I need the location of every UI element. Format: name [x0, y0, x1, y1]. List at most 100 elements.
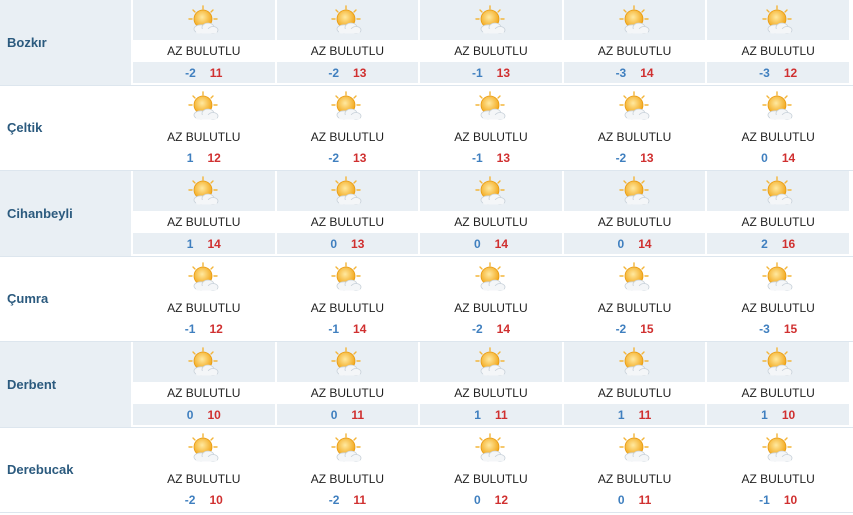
- min-temp: -2: [185, 65, 196, 80]
- condition-text: AZ BULUTLU: [276, 296, 419, 319]
- min-temp: 0: [330, 407, 338, 422]
- day-forecast: AZ BULUTLU 1 11: [418, 342, 562, 427]
- min-temp: 1: [617, 407, 625, 422]
- temperature-range: 0 14: [707, 147, 849, 169]
- day-forecast: AZ BULUTLU 0 14: [561, 171, 706, 256]
- temperature-range: -2 10: [133, 489, 275, 511]
- temperature-range: -2 11: [133, 62, 275, 83]
- day-forecast: AZ BULUTLU 0 14: [705, 85, 849, 170]
- partly-cloudy-sun-icon: [133, 0, 275, 40]
- condition-text: AZ BULUTLU: [420, 211, 562, 233]
- partly-cloudy-sun-icon: [707, 256, 849, 297]
- condition-text: AZ BULUTLU: [276, 382, 419, 404]
- temperature-range: 0 14: [420, 233, 562, 254]
- partly-cloudy-sun-icon: [133, 85, 275, 126]
- min-temp: -2: [615, 322, 627, 336]
- min-temp: -2: [615, 151, 627, 165]
- temperature-range: 0 11: [563, 489, 706, 511]
- max-temp: 14: [494, 236, 508, 251]
- min-temp: 1: [474, 407, 481, 422]
- city-name[interactable]: Cihanbeyli: [0, 171, 131, 256]
- max-temp: 11: [353, 493, 367, 507]
- max-temp: 11: [494, 407, 508, 422]
- city-name[interactable]: Çumra: [0, 256, 131, 341]
- partly-cloudy-sun-icon: [707, 0, 849, 40]
- max-temp: 14: [640, 65, 654, 80]
- min-temp: 0: [617, 493, 625, 507]
- min-temp: -1: [759, 493, 770, 507]
- city-name[interactable]: Bozkır: [0, 0, 131, 85]
- city-name[interactable]: Çeltik: [0, 85, 131, 170]
- city-row: Bozkır AZ BULUTLU -2 11 AZ BULUTLU -2 13 AZ BUL…: [0, 0, 853, 86]
- min-temp: 0: [473, 236, 481, 251]
- city-row: Derebucak AZ BULUTLU -2 10 AZ BULUTLU -2 11 AZ …: [0, 427, 853, 513]
- temperature-range: -3 12: [707, 62, 849, 83]
- condition-text: AZ BULUTLU: [563, 296, 706, 319]
- min-temp: -3: [759, 65, 770, 80]
- condition-text: AZ BULUTLU: [563, 382, 706, 404]
- day-forecast: AZ BULUTLU 0 13: [274, 171, 419, 256]
- partly-cloudy-sun-icon: [563, 85, 706, 126]
- partly-cloudy-sun-icon: [276, 342, 419, 382]
- city-name[interactable]: Derbent: [0, 342, 131, 427]
- day-forecast: AZ BULUTLU 0 11: [274, 342, 419, 427]
- day-forecast: AZ BULUTLU 1 14: [131, 171, 275, 256]
- temperature-range: -1 13: [420, 62, 562, 83]
- partly-cloudy-sun-icon: [563, 342, 706, 382]
- condition-text: AZ BULUTLU: [707, 467, 849, 490]
- partly-cloudy-sun-icon: [707, 342, 849, 382]
- condition-text: AZ BULUTLU: [133, 125, 275, 148]
- partly-cloudy-sun-icon: [276, 85, 419, 126]
- condition-text: AZ BULUTLU: [563, 125, 706, 148]
- min-temp: -1: [184, 322, 196, 336]
- city-name[interactable]: Derebucak: [0, 427, 131, 512]
- city-row: Çeltik AZ BULUTLU 1 12 AZ BULUTLU -2 13 AZ BULU…: [0, 85, 853, 171]
- max-temp: 14: [781, 151, 796, 165]
- max-temp: 11: [638, 407, 652, 422]
- day-forecast: AZ BULUTLU 0 14: [418, 171, 562, 256]
- condition-text: AZ BULUTLU: [420, 40, 562, 62]
- partly-cloudy-sun-icon: [133, 256, 275, 297]
- condition-text: AZ BULUTLU: [707, 125, 849, 148]
- temperature-range: -2 13: [563, 147, 706, 169]
- temperature-range: -3 14: [563, 62, 706, 83]
- condition-text: AZ BULUTLU: [707, 211, 849, 233]
- day-cells: AZ BULUTLU -1 12 AZ BULUTLU -1 14 AZ BULUTLU -2…: [131, 256, 853, 341]
- condition-text: AZ BULUTLU: [420, 467, 562, 490]
- max-temp: 14: [207, 236, 221, 251]
- temperature-range: 0 13: [276, 233, 419, 254]
- partly-cloudy-sun-icon: [276, 427, 419, 468]
- day-forecast: AZ BULUTLU 1 11: [561, 342, 706, 427]
- day-forecast: AZ BULUTLU -2 13: [274, 0, 419, 85]
- max-temp: 12: [209, 322, 223, 336]
- min-temp: -2: [471, 322, 483, 336]
- max-temp: 10: [781, 407, 796, 422]
- temperature-range: 1 12: [133, 147, 275, 169]
- max-temp: 16: [781, 236, 796, 251]
- day-cells: AZ BULUTLU 1 12 AZ BULUTLU -2 13 AZ BULUTLU -1 1…: [131, 85, 853, 170]
- temperature-range: 0 10: [133, 404, 275, 425]
- temperature-range: 1 10: [707, 404, 849, 425]
- max-temp: 11: [351, 407, 365, 422]
- max-temp: 14: [353, 322, 367, 336]
- day-cells: AZ BULUTLU 1 14 AZ BULUTLU 0 13 AZ BULUTLU 0 14 A…: [131, 171, 853, 256]
- min-temp: -1: [471, 65, 483, 80]
- max-temp: 13: [496, 151, 510, 165]
- max-temp: 13: [351, 236, 365, 251]
- temperature-range: -3 15: [707, 318, 849, 340]
- condition-text: AZ BULUTLU: [276, 467, 419, 490]
- partly-cloudy-sun-icon: [133, 427, 275, 468]
- partly-cloudy-sun-icon: [563, 171, 706, 211]
- min-temp: 1: [761, 407, 768, 422]
- temperature-range: -1 12: [133, 318, 275, 340]
- partly-cloudy-sun-icon: [276, 171, 419, 211]
- condition-text: AZ BULUTLU: [276, 125, 419, 148]
- max-temp: 10: [207, 407, 221, 422]
- condition-text: AZ BULUTLU: [133, 211, 275, 233]
- day-forecast: AZ BULUTLU 0 12: [418, 427, 562, 512]
- partly-cloudy-sun-icon: [133, 342, 275, 382]
- min-temp: 0: [330, 236, 338, 251]
- city-row: Çumra AZ BULUTLU -1 12 AZ BULUTLU -1 14 AZ BULU…: [0, 256, 853, 342]
- condition-text: AZ BULUTLU: [420, 296, 562, 319]
- temperature-range: 1 11: [563, 404, 706, 425]
